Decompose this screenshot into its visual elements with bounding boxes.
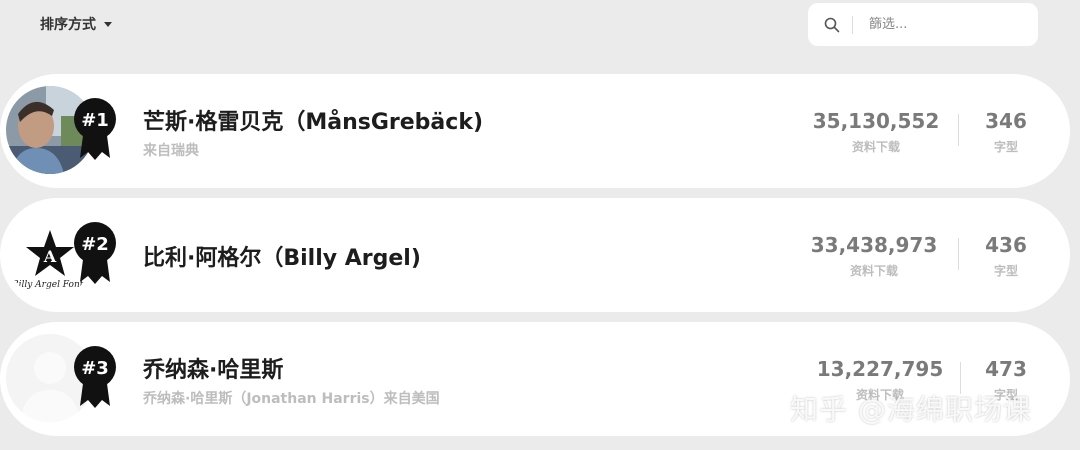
- fonts-count: 436: [985, 233, 1027, 257]
- downloads-count: 13,227,795: [816, 357, 944, 381]
- caret-down-icon: [104, 21, 112, 27]
- stat-divider: [958, 114, 959, 146]
- designer-origin: 来自瑞典: [143, 143, 199, 159]
- fonts-label: 字型: [993, 140, 1018, 154]
- fonts-label: 字型: [993, 264, 1018, 278]
- rank-label: #2: [81, 234, 109, 255]
- downloads-count: 33,438,973: [810, 233, 938, 257]
- search-icon: [824, 17, 840, 32]
- stat-divider: [958, 238, 959, 270]
- watermark: 知乎 @海绵职场课: [790, 393, 1032, 426]
- rank-label: #1: [81, 110, 109, 131]
- svg-text:A: A: [43, 247, 57, 266]
- downloads-count: 35,130,552: [812, 109, 940, 133]
- sort-label: 排序方式: [40, 17, 96, 33]
- rank-ribbon-icon: #2: [74, 222, 116, 284]
- designer-card-2[interactable]: A Billy Argel Fonts #2 比利·阿格尔（Billy Arge…: [0, 198, 1070, 312]
- filter-box[interactable]: [808, 3, 1038, 46]
- designer-name[interactable]: 芒斯·格雷贝克（MånsGrebäck): [143, 104, 483, 136]
- designer-name[interactable]: 乔纳森·哈里斯: [143, 352, 283, 384]
- rank-ribbon-icon: #1: [74, 98, 116, 160]
- filter-input[interactable]: [867, 16, 1011, 33]
- designer-card-1[interactable]: #1 芒斯·格雷贝克（MånsGrebäck) 来自瑞典 35,130,552 …: [0, 74, 1070, 188]
- downloads-label: 资料下载: [851, 140, 900, 154]
- downloads-label: 资料下载: [849, 264, 898, 278]
- fonts-count: 346: [985, 109, 1027, 133]
- sort-dropdown[interactable]: 排序方式: [40, 14, 112, 34]
- rank-ribbon-icon: #3: [74, 346, 116, 408]
- rank-label: #3: [81, 358, 109, 379]
- fonts-count: 473: [985, 357, 1027, 381]
- search-divider: [852, 15, 853, 34]
- designer-origin: 乔纳森·哈里斯（Jonathan Harris）来自美国: [143, 391, 440, 407]
- designer-name[interactable]: 比利·阿格尔（Billy Argel): [143, 240, 421, 272]
